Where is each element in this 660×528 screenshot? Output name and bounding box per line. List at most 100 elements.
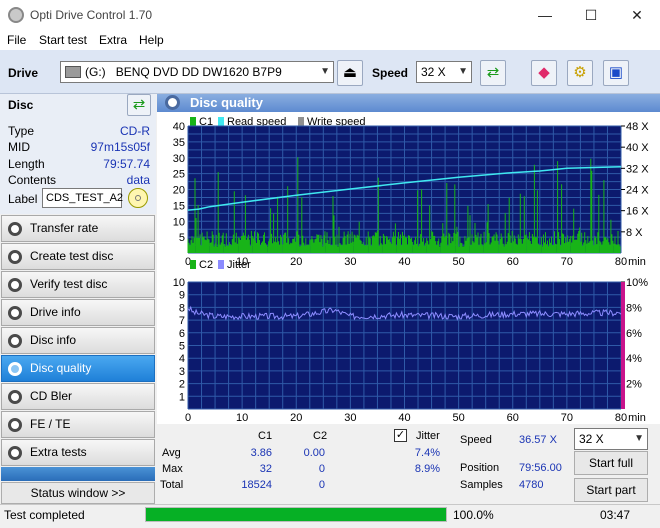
nav-spacer — [1, 467, 155, 481]
x-unit-label: min — [628, 256, 646, 268]
jitter-header: Jitter — [416, 430, 440, 442]
jitter-scale-strip — [621, 282, 625, 409]
x-tick-label: 60 — [507, 412, 519, 424]
x-tick-label: 40 — [398, 412, 410, 424]
nav-create-test-disc[interactable]: Create test disc — [1, 243, 155, 270]
avg-jitter: 7.4% — [414, 447, 440, 459]
label-caption: Label — [8, 192, 38, 206]
y-tick-label: 35 — [173, 137, 185, 149]
nav-disc-info[interactable]: Disc info — [1, 327, 155, 354]
cd-icon — [135, 195, 141, 201]
start-full-button[interactable]: Start full — [574, 451, 648, 475]
status-window-button[interactable]: Status window >> — [1, 482, 155, 504]
eject-button[interactable]: ⏏ — [337, 60, 363, 86]
c2-header: C2 — [313, 430, 328, 442]
speed-stat-label: Speed — [460, 434, 492, 446]
legend-swatch — [298, 117, 304, 126]
y-tick-label: 5 — [179, 341, 185, 353]
speed-select[interactable]: 32 X ▼ — [416, 61, 472, 83]
minimize-button[interactable]: — — [522, 0, 568, 30]
length-value: 79:57.74 — [103, 157, 150, 171]
disc-icon — [8, 222, 22, 236]
panel-header: Disc quality — [157, 94, 660, 112]
y2-tick-label: 10% — [626, 277, 648, 289]
refresh-button[interactable]: ⇄ — [480, 60, 506, 86]
samples-value: 4780 — [519, 479, 544, 491]
y2-tick-label: 48 X — [626, 121, 649, 133]
nav-verify-test-disc[interactable]: Verify test disc — [1, 271, 155, 298]
status-text: Test completed — [4, 508, 85, 522]
refresh-icon: ⇄ — [132, 96, 146, 113]
legend-label-c2: C2 — [199, 259, 213, 271]
progress-bar — [145, 507, 447, 522]
x-tick-label: 60 — [507, 256, 519, 268]
position-label: Position — [460, 462, 500, 474]
drive-model: BENQ DVD DD DW1620 B7P9 — [115, 65, 282, 79]
nav-label: Drive info — [30, 305, 81, 319]
disc-quality-icon — [165, 95, 180, 110]
nav-transfer-rate[interactable]: Transfer rate — [1, 215, 155, 242]
x-tick-label: 80 — [615, 412, 627, 424]
settings-button[interactable]: ⚙ — [567, 60, 593, 86]
disc-icon — [8, 306, 22, 320]
y-tick-label: 9 — [179, 290, 185, 302]
y-tick-label: 10 — [173, 277, 185, 289]
nav-extra-tests[interactable]: Extra tests — [1, 439, 155, 466]
nav-drive-info[interactable]: Drive info — [1, 299, 155, 326]
legend-swatch — [218, 117, 224, 126]
nav-fe-te[interactable]: FE / TE — [1, 411, 155, 438]
disc-icon — [8, 278, 22, 292]
max-jitter: 8.9% — [414, 463, 440, 475]
menu-extra[interactable]: Extra — [99, 33, 127, 47]
check-icon: ✓ — [395, 429, 406, 441]
speed-label: Speed — [372, 66, 409, 80]
x-tick-label: 30 — [344, 412, 356, 424]
menu-file[interactable]: File — [7, 33, 26, 47]
total-c1: 18524 — [241, 479, 272, 491]
nav-disc-quality[interactable]: Disc quality — [1, 355, 155, 382]
disc-label-button[interactable] — [128, 188, 148, 208]
disc-refresh-button[interactable]: ⇄ — [127, 94, 151, 116]
y-tick-label: 20 — [173, 185, 185, 197]
y-tick-label: 7 — [179, 315, 185, 327]
label-field[interactable]: CDS_TEST_A2 — [42, 188, 123, 208]
x-tick-label: 0 — [185, 412, 191, 424]
legend-swatch — [190, 260, 196, 269]
test-speed-select[interactable]: 32 X ▼ — [574, 428, 648, 450]
menu-start-test[interactable]: Start test — [39, 33, 87, 47]
y-tick-label: 6 — [179, 328, 185, 340]
avg-c2: 0.00 — [303, 447, 325, 459]
progress-fill — [146, 508, 446, 521]
legend-label-jitter: Jitter — [227, 259, 251, 271]
eraser-icon: ◆ — [538, 64, 550, 81]
gears-icon: ⚙ — [573, 64, 587, 81]
avg-c1: 3.86 — [250, 447, 272, 459]
y2-tick-label: 2% — [626, 379, 642, 391]
drive-select[interactable]: (G:) BENQ DVD DD DW1620 B7P9 ▼ — [60, 61, 334, 83]
c1-header: C1 — [258, 430, 273, 442]
chevron-down-icon: ▼ — [458, 66, 468, 77]
window-title: Opti Drive Control 1.70 — [30, 8, 153, 22]
start-part-button[interactable]: Start part — [574, 478, 648, 502]
disc-icon — [8, 334, 22, 348]
nav-label: Disc quality — [30, 361, 92, 375]
save-button[interactable]: ▣ — [603, 60, 629, 86]
type-label: Type — [8, 124, 35, 138]
mid-value: 97m15s05f — [90, 140, 150, 154]
disc-icon — [8, 418, 22, 432]
erase-button[interactable]: ◆ — [531, 60, 557, 86]
progress-percent: 100.0% — [453, 508, 494, 522]
maximize-button[interactable]: ☐ — [568, 0, 614, 30]
jitter-checkbox[interactable]: ✓ — [394, 429, 407, 442]
speed-value: 32 X — [421, 65, 446, 79]
contents-value: data — [126, 173, 150, 187]
nav-cd-bler[interactable]: CD Bler — [1, 383, 155, 410]
close-button[interactable]: ✕ — [614, 0, 660, 30]
y2-tick-label: 24 X — [626, 185, 649, 197]
samples-label: Samples — [460, 479, 503, 491]
drive-letter: (G:) — [85, 65, 106, 79]
menu-help[interactable]: Help — [139, 33, 164, 47]
drive-icon — [65, 66, 81, 78]
y2-tick-label: 4% — [626, 353, 642, 365]
refresh-icon: ⇄ — [486, 64, 500, 81]
